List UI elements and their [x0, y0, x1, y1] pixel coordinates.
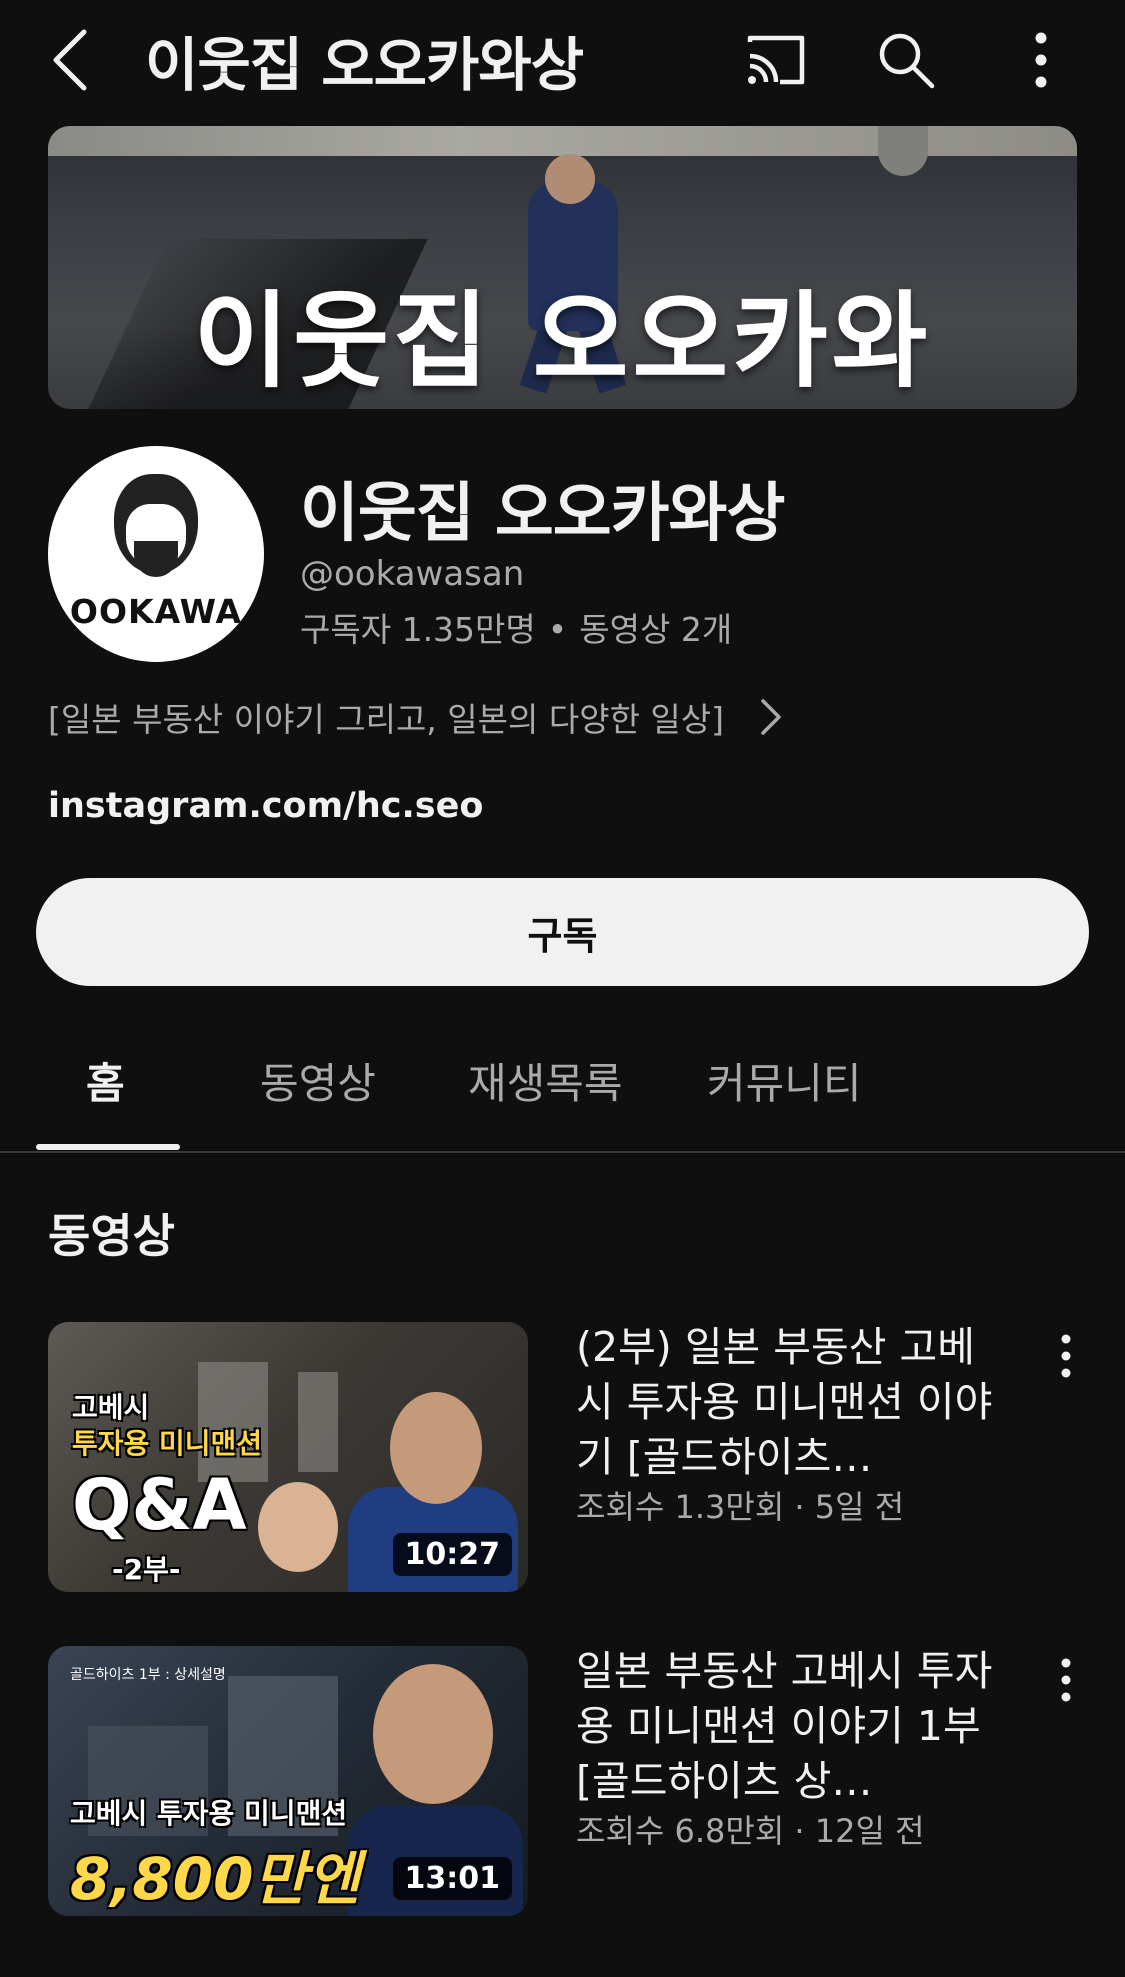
more-vertical-icon [1035, 32, 1047, 88]
video-title[interactable]: (2부) 일본 부동산 고베시 투자용 미니맨션 이야기 [골드하이츠… [576, 1320, 1006, 1485]
avatar-logo-text: OOKAWA [69, 592, 243, 631]
subscriber-count: 구독자 1.35만명 [300, 610, 536, 649]
cast-icon [747, 35, 805, 85]
header-title: 이웃집 오오카와상 [145, 31, 584, 99]
description-text: [일본 부동산 이야기 그리고, 일본의 다양한 일상] [48, 700, 725, 739]
video-thumbnail[interactable]: 골드하이츠 1부 : 상세설명 고베시 투자용 미니맨션 8,800만엔 13:… [48, 1646, 528, 1916]
more-options-button[interactable] [1005, 24, 1077, 96]
video-count: 동영상 2개 [579, 610, 733, 649]
channel-handle: @ookawasan [300, 554, 525, 594]
search-icon [879, 33, 935, 89]
video-thumbnail[interactable]: 고베시 투자용 미니맨션 Q&A -2부- 10:27 [48, 1322, 528, 1592]
video-duration: 10:27 [392, 1533, 512, 1576]
more-vertical-icon [1061, 1658, 1071, 1702]
video-title[interactable]: 일본 부동산 고베시 투자용 미니맨션 이야기 1부 [골드하이츠 상… [576, 1644, 1006, 1809]
video-meta: 조회수 6.8만회 · 12일 전 [576, 1812, 925, 1850]
video-more-button[interactable] [1040, 1326, 1092, 1386]
channel-page: 이웃집 오오카와상 이웃집 오오카와 OOKAWA 이웃집 오오카와상 @ook… [0, 0, 1125, 1977]
tabs-divider [0, 1151, 1125, 1153]
channel-tabs: 홈 동영상 재생목록 커뮤니티 [0, 1020, 1125, 1152]
video-item[interactable]: 골드하이츠 1부 : 상세설명 고베시 투자용 미니맨션 8,800만엔 13:… [0, 1646, 1125, 1916]
channel-description[interactable]: [일본 부동산 이야기 그리고, 일본의 다양한 일상] [48, 693, 782, 741]
channel-link[interactable]: instagram.com/hc.seo [48, 786, 483, 826]
cast-button[interactable] [740, 24, 812, 96]
thumb-person-head [373, 1664, 493, 1804]
video-more-button[interactable] [1040, 1650, 1092, 1710]
thumb-hand [258, 1482, 338, 1572]
chevron-right-icon [760, 698, 782, 736]
active-tab-indicator [36, 1144, 180, 1150]
banner-text: 이웃집 오오카와 [193, 280, 932, 402]
video-duration: 13:01 [392, 1857, 512, 1900]
thumb-text: 골드하이츠 1부 : 상세설명 [70, 1667, 226, 1683]
banner-post [878, 126, 928, 176]
thumb-text: 투자용 미니맨션 [72, 1427, 263, 1460]
channel-name: 이웃집 오오카와상 [300, 477, 785, 551]
top-app-bar: 이웃집 오오카와상 [0, 0, 1125, 120]
thumb-window [298, 1372, 338, 1472]
back-button[interactable] [40, 22, 100, 98]
thumb-text: -2부- [112, 1553, 181, 1586]
thumb-text: 고베시 투자용 미니맨션 [70, 1797, 348, 1830]
back-icon [53, 29, 87, 91]
channel-stats: 구독자 1.35만명 • 동영상 2개 [300, 603, 732, 651]
channel-avatar[interactable]: OOKAWA [48, 446, 264, 662]
more-vertical-icon [1061, 1334, 1071, 1378]
tab-videos[interactable]: 동영상 [260, 1050, 376, 1111]
avatar-beard [134, 541, 178, 577]
tab-playlists[interactable]: 재생목록 [468, 1050, 623, 1111]
tab-home[interactable]: 홈 [86, 1050, 125, 1111]
channel-banner: 이웃집 오오카와 [48, 126, 1077, 409]
thumb-text: Q&A [72, 1464, 247, 1546]
section-title: 동영상 [48, 1209, 175, 1263]
thumb-person-head [390, 1392, 482, 1504]
thumb-text: 8,800만엔 [70, 1845, 361, 1913]
subscribe-button[interactable]: 구독 [36, 878, 1089, 986]
tab-community[interactable]: 커뮤니티 [707, 1050, 862, 1111]
stats-separator: • [547, 610, 568, 649]
thumb-text: 고베시 [72, 1391, 150, 1424]
video-meta: 조회수 1.3만회 · 5일 전 [576, 1488, 905, 1526]
banner-person-head [545, 154, 595, 204]
search-button[interactable] [870, 24, 942, 96]
video-item[interactable]: 고베시 투자용 미니맨션 Q&A -2부- 10:27 (2부) 일본 부동산 … [0, 1322, 1125, 1592]
